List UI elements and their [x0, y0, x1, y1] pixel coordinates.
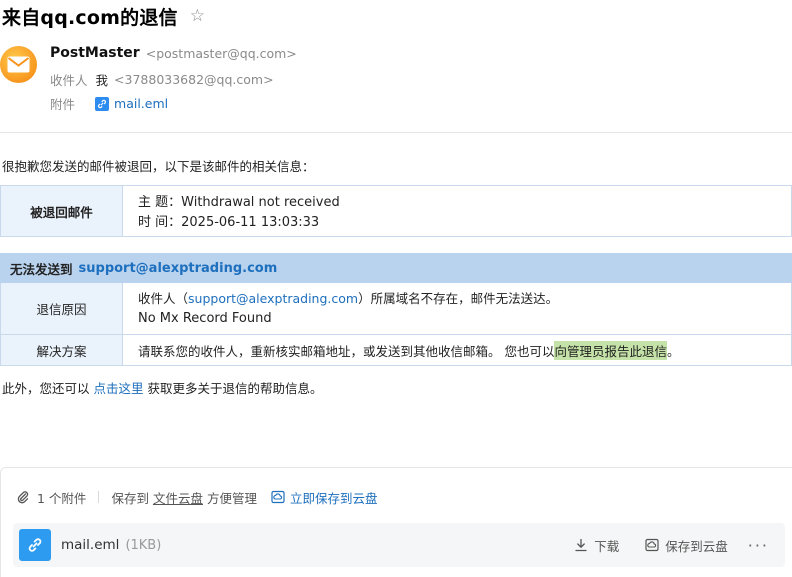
- help-footer: 此外，您还可以 点击这里 获取更多关于退信的帮助信息。: [2, 378, 323, 397]
- attachment-file-row[interactable]: mail.eml (1KB) 下载 保存到云盘 ···: [13, 523, 785, 567]
- reason-detail: No Mx Record Found: [138, 311, 272, 326]
- attachment-count: 1 个附件: [37, 490, 87, 506]
- recipient-address: <3788033682@qq.com>: [114, 72, 274, 87]
- bounced-time: 时 间：2025-06-11 13:03:33: [138, 215, 320, 230]
- bounced-mail-details: 主 题：Withdrawal not received 时 间：2025-06-…: [123, 186, 340, 236]
- attachment-bar: 1 个附件 保存到 文件云盘 方便管理 立即保存到云盘: [16, 488, 378, 507]
- help-post: 获取更多关于退信的帮助信息。: [147, 381, 323, 396]
- sender-address: <postmaster@qq.com>: [145, 45, 297, 61]
- bounced-mail-label: 被退回邮件: [1, 186, 123, 236]
- save-to-cloud-label: 保存到云盘: [665, 538, 728, 554]
- recipient-name[interactable]: 我: [96, 70, 109, 89]
- save-now-label: 立即保存到云盘: [289, 490, 378, 506]
- sender-avatar[interactable]: [0, 46, 37, 83]
- save-now-button[interactable]: 立即保存到云盘: [271, 488, 378, 507]
- solution-content: 请联系您的收件人，重新核实邮箱地址，或发送到其他收信邮箱。 您也可以 向管理员报告…: [123, 335, 680, 365]
- link-file-icon: [19, 529, 51, 561]
- attachment-file-icon: [95, 96, 110, 111]
- cloud-drive-icon: [645, 538, 659, 552]
- email-view: 来自qq.com的退信 ☆ PostMaster <postmaster@qq.…: [0, 0, 792, 577]
- save-to-pre: 保存到: [111, 490, 149, 506]
- reason-address-link[interactable]: support@alexptrading.com: [188, 291, 358, 306]
- undeliverable-header: 无法发送到 support@alexptrading.com: [0, 253, 792, 283]
- sender-line: PostMaster <postmaster@qq.com>: [50, 45, 297, 61]
- attachment-bar-separator: [98, 491, 100, 503]
- download-button[interactable]: 下载: [574, 536, 619, 555]
- solution-text: 请联系您的收件人，重新核实邮箱地址，或发送到其他收信邮箱。 您也可以: [138, 343, 555, 359]
- mail-envelope-icon: [7, 56, 30, 73]
- file-cloud-link[interactable]: 文件云盘: [153, 488, 203, 507]
- file-name[interactable]: mail.eml: [61, 537, 119, 553]
- paperclip-icon: [17, 491, 29, 504]
- download-label: 下载: [594, 538, 620, 554]
- bounced-subject: 主 题：Withdrawal not received: [138, 195, 340, 210]
- bounced-mail-table: 被退回邮件 主 题：Withdrawal not received 时 间：20…: [0, 185, 792, 237]
- reason-post: ）所属域名不存在，邮件无法送达。: [358, 291, 559, 306]
- solution-label: 解决方案: [1, 335, 123, 365]
- star-icon[interactable]: ☆: [190, 6, 205, 26]
- file-actions: 下载 保存到云盘 ···: [548, 523, 769, 567]
- attachment-filename: mail.eml: [114, 96, 169, 111]
- undeliverable-table: 退信原因 收件人（support@alexptrading.com）所属域名不存…: [0, 283, 792, 366]
- attachment-line: 附件 mail.eml: [50, 94, 168, 113]
- file-size: (1KB): [125, 537, 162, 553]
- report-admin-link[interactable]: 向管理员报告此退信: [554, 340, 667, 360]
- help-pre: 此外，您还可以: [2, 381, 90, 396]
- reason-row: 退信原因 收件人（support@alexptrading.com）所属域名不存…: [1, 283, 791, 334]
- header-divider: [0, 132, 792, 133]
- save-to-cloud-button[interactable]: 保存到云盘: [645, 536, 728, 555]
- solution-row: 解决方案 请联系您的收件人，重新核实邮箱地址，或发送到其他收信邮箱。 您也可以向…: [1, 334, 791, 365]
- email-subject-title: 来自qq.com的退信: [2, 6, 178, 29]
- reason-content: 收件人（support@alexptrading.com）所属域名不存在，邮件无…: [123, 283, 558, 334]
- download-icon: [575, 538, 587, 552]
- reason-label: 退信原因: [1, 283, 123, 334]
- help-link[interactable]: 点击这里: [94, 381, 144, 396]
- attachment-label: 附件: [50, 97, 76, 112]
- bounce-intro: 很抱歉您发送的邮件被退回，以下是该邮件的相关信息：: [2, 159, 315, 174]
- more-options-icon[interactable]: ···: [748, 536, 769, 555]
- sender-name[interactable]: PostMaster: [50, 45, 140, 61]
- solution-end: 。: [667, 343, 680, 359]
- undeliverable-prefix: 无法发送到: [10, 261, 73, 277]
- recipient-line: 收件人 我 <3788033682@qq.com>: [50, 70, 274, 89]
- cloud-save-icon: [271, 490, 285, 504]
- attachment-link[interactable]: mail.eml: [95, 96, 168, 111]
- reason-pre: 收件人（: [138, 291, 189, 306]
- title-row: 来自qq.com的退信 ☆: [2, 4, 205, 29]
- undeliverable-address[interactable]: support@alexptrading.com: [79, 261, 278, 276]
- save-to-post: 方便管理: [206, 490, 257, 506]
- recipient-label: 收件人: [50, 73, 88, 88]
